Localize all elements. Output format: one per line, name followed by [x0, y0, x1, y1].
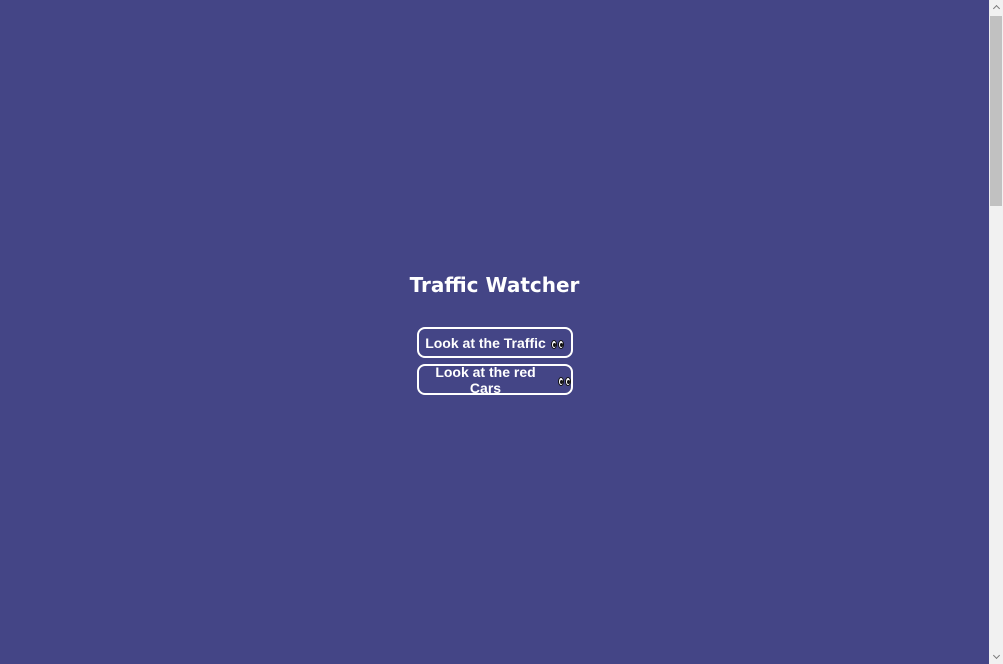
look-at-traffic-label: Look at the Traffic — [425, 334, 546, 351]
look-at-red-cars-button[interactable]: Look at the red Cars — [416, 363, 573, 396]
page-viewport: Traffic Watcher Look at the Traffic Look… — [0, 0, 989, 664]
eye-right — [557, 339, 564, 349]
eyes-icon — [557, 376, 571, 386]
eye-left — [550, 339, 557, 349]
vertical-scrollbar[interactable] — [989, 0, 1003, 664]
scrollbar-thumb[interactable] — [990, 16, 1002, 206]
eye-right — [564, 376, 571, 386]
main-content: Traffic Watcher Look at the Traffic Look… — [0, 270, 989, 396]
scroll-up-button[interactable] — [989, 0, 1003, 14]
eyes-icon — [550, 339, 564, 349]
look-at-red-cars-label: Look at the red Cars — [435, 363, 536, 396]
look-at-traffic-button[interactable]: Look at the Traffic — [416, 327, 573, 358]
eye-left — [557, 376, 564, 386]
page-title: Traffic Watcher — [409, 273, 580, 297]
button-group: Look at the Traffic Look at the red Cars — [416, 327, 573, 396]
chevron-up-icon — [992, 4, 1000, 13]
chevron-down-icon — [992, 651, 1000, 660]
scroll-down-button[interactable] — [989, 650, 1003, 664]
